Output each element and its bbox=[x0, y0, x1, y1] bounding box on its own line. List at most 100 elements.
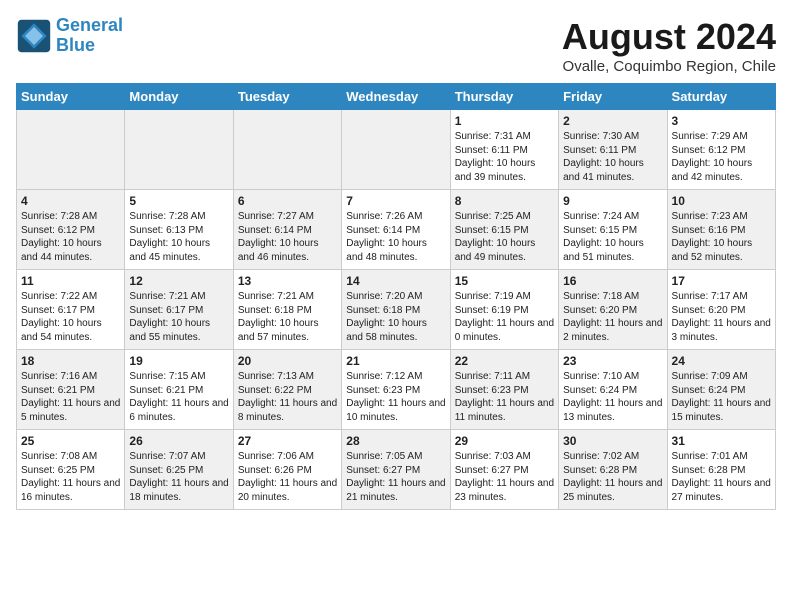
day-info: Sunrise: 7:27 AM Sunset: 6:14 PM Dayligh… bbox=[238, 210, 337, 264]
calendar-day: 19 Sunrise: 7:15 AM Sunset: 6:21 PM Dayli… bbox=[125, 350, 233, 430]
day-number: 26 bbox=[129, 434, 228, 448]
day-number: 29 bbox=[455, 434, 554, 448]
calendar-day: 23 Sunrise: 7:10 AM Sunset: 6:24 PM Dayli… bbox=[559, 350, 667, 430]
calendar-day bbox=[342, 110, 450, 190]
calendar-day bbox=[125, 110, 233, 190]
day-info: Sunrise: 7:24 AM Sunset: 6:15 PM Dayligh… bbox=[563, 210, 662, 264]
calendar-day: 26 Sunrise: 7:07 AM Sunset: 6:25 PM Dayli… bbox=[125, 430, 233, 510]
calendar-day: 9 Sunrise: 7:24 AM Sunset: 6:15 PM Daylig… bbox=[559, 190, 667, 270]
day-info: Sunrise: 7:11 AM Sunset: 6:23 PM Dayligh… bbox=[455, 370, 554, 424]
day-number: 13 bbox=[238, 274, 337, 288]
calendar-day: 24Sunrise: 7:09 AM Sunset: 6:24 PM Dayli… bbox=[667, 350, 775, 430]
calendar-day: 12 Sunrise: 7:21 AM Sunset: 6:17 PM Dayli… bbox=[125, 270, 233, 350]
day-number: 9 bbox=[563, 194, 662, 208]
calendar-week-3: 11 Sunrise: 7:22 AM Sunset: 6:17 PM Dayli… bbox=[17, 270, 776, 350]
day-info: Sunrise: 7:21 AM Sunset: 6:18 PM Dayligh… bbox=[238, 290, 337, 344]
calendar-day: 18 Sunrise: 7:16 AM Sunset: 6:21 PM Dayli… bbox=[17, 350, 125, 430]
day-number: 8 bbox=[455, 194, 554, 208]
day-info: Sunrise: 7:10 AM Sunset: 6:24 PM Dayligh… bbox=[563, 370, 662, 424]
day-info: Sunrise: 7:05 AM Sunset: 6:27 PM Dayligh… bbox=[346, 450, 445, 504]
title-block: August 2024 Ovalle, Coquimbo Region, Chi… bbox=[562, 16, 776, 75]
day-info: Sunrise: 7:29 AM Sunset: 6:12 PM Dayligh… bbox=[672, 130, 771, 184]
day-number: 18 bbox=[21, 354, 120, 368]
day-info: Sunrise: 7:17 AM Sunset: 6:20 PM Dayligh… bbox=[672, 290, 771, 344]
calendar-day: 14 Sunrise: 7:20 AM Sunset: 6:18 PM Dayli… bbox=[342, 270, 450, 350]
day-info: Sunrise: 7:21 AM Sunset: 6:17 PM Dayligh… bbox=[129, 290, 228, 344]
calendar-week-1: 1 Sunrise: 7:31 AM Sunset: 6:11 PM Daylig… bbox=[17, 110, 776, 190]
day-number: 11 bbox=[21, 274, 120, 288]
day-info: Sunrise: 7:30 AM Sunset: 6:11 PM Dayligh… bbox=[563, 130, 662, 184]
calendar-day: 6 Sunrise: 7:27 AM Sunset: 6:14 PM Daylig… bbox=[233, 190, 341, 270]
calendar-day: 28 Sunrise: 7:05 AM Sunset: 6:27 PM Dayli… bbox=[342, 430, 450, 510]
calendar-week-5: 25 Sunrise: 7:08 AM Sunset: 6:25 PM Dayli… bbox=[17, 430, 776, 510]
calendar-day: 4Sunrise: 7:28 AM Sunset: 6:12 PM Daylig… bbox=[17, 190, 125, 270]
day-number: 25 bbox=[21, 434, 120, 448]
day-info: Sunrise: 7:23 AM Sunset: 6:16 PM Dayligh… bbox=[672, 210, 771, 264]
day-number: 12 bbox=[129, 274, 228, 288]
day-number: 3 bbox=[672, 114, 771, 128]
day-info: Sunrise: 7:22 AM Sunset: 6:17 PM Dayligh… bbox=[21, 290, 120, 344]
calendar-day bbox=[17, 110, 125, 190]
day-number: 14 bbox=[346, 274, 445, 288]
weekday-header-sunday: Sunday bbox=[17, 84, 125, 110]
calendar-day: 7 Sunrise: 7:26 AM Sunset: 6:14 PM Daylig… bbox=[342, 190, 450, 270]
day-info: Sunrise: 7:12 AM Sunset: 6:23 PM Dayligh… bbox=[346, 370, 445, 424]
month-title: August 2024 bbox=[562, 16, 776, 58]
day-number: 15 bbox=[455, 274, 554, 288]
calendar-week-4: 18 Sunrise: 7:16 AM Sunset: 6:21 PM Dayli… bbox=[17, 350, 776, 430]
day-info: Sunrise: 7:26 AM Sunset: 6:14 PM Dayligh… bbox=[346, 210, 445, 264]
day-number: 1 bbox=[455, 114, 554, 128]
logo-icon bbox=[16, 18, 52, 54]
day-info: Sunrise: 7:13 AM Sunset: 6:22 PM Dayligh… bbox=[238, 370, 337, 424]
day-info: Sunrise: 7:07 AM Sunset: 6:25 PM Dayligh… bbox=[129, 450, 228, 504]
calendar-day: 17Sunrise: 7:17 AM Sunset: 6:20 PM Dayli… bbox=[667, 270, 775, 350]
day-number: 19 bbox=[129, 354, 228, 368]
day-info: Sunrise: 7:15 AM Sunset: 6:21 PM Dayligh… bbox=[129, 370, 228, 424]
day-info: Sunrise: 7:01 AM Sunset: 6:28 PM Dayligh… bbox=[672, 450, 771, 504]
calendar-day: 25 Sunrise: 7:08 AM Sunset: 6:25 PM Dayli… bbox=[17, 430, 125, 510]
day-number: 5 bbox=[129, 194, 228, 208]
calendar-day: 5 Sunrise: 7:28 AM Sunset: 6:13 PM Daylig… bbox=[125, 190, 233, 270]
calendar-day: 10Sunrise: 7:23 AM Sunset: 6:16 PM Dayli… bbox=[667, 190, 775, 270]
day-info: Sunrise: 7:18 AM Sunset: 6:20 PM Dayligh… bbox=[563, 290, 662, 344]
weekday-header-monday: Monday bbox=[125, 84, 233, 110]
weekday-header-friday: Friday bbox=[559, 84, 667, 110]
day-number: 16 bbox=[563, 274, 662, 288]
location-subtitle: Ovalle, Coquimbo Region, Chile bbox=[562, 58, 776, 75]
day-number: 30 bbox=[563, 434, 662, 448]
day-info: Sunrise: 7:08 AM Sunset: 6:25 PM Dayligh… bbox=[21, 450, 120, 504]
calendar-day: 2 Sunrise: 7:30 AM Sunset: 6:11 PM Daylig… bbox=[559, 110, 667, 190]
day-info: Sunrise: 7:03 AM Sunset: 6:27 PM Dayligh… bbox=[455, 450, 554, 504]
weekday-header-thursday: Thursday bbox=[450, 84, 558, 110]
calendar-day: 13 Sunrise: 7:21 AM Sunset: 6:18 PM Dayli… bbox=[233, 270, 341, 350]
calendar-day bbox=[233, 110, 341, 190]
logo-name: General Blue bbox=[56, 16, 123, 56]
day-number: 4 bbox=[21, 194, 120, 208]
calendar-day: 11 Sunrise: 7:22 AM Sunset: 6:17 PM Dayli… bbox=[17, 270, 125, 350]
calendar-day: 22Sunrise: 7:11 AM Sunset: 6:23 PM Dayli… bbox=[450, 350, 558, 430]
calendar-day: 21Sunrise: 7:12 AM Sunset: 6:23 PM Dayli… bbox=[342, 350, 450, 430]
day-info: Sunrise: 7:31 AM Sunset: 6:11 PM Dayligh… bbox=[455, 130, 554, 184]
day-info: Sunrise: 7:25 AM Sunset: 6:15 PM Dayligh… bbox=[455, 210, 554, 264]
weekday-header-wednesday: Wednesday bbox=[342, 84, 450, 110]
day-info: Sunrise: 7:16 AM Sunset: 6:21 PM Dayligh… bbox=[21, 370, 120, 424]
calendar-day: 29 Sunrise: 7:03 AM Sunset: 6:27 PM Dayli… bbox=[450, 430, 558, 510]
page-header: General Blue August 2024 Ovalle, Coquimb… bbox=[16, 16, 776, 75]
day-info: Sunrise: 7:20 AM Sunset: 6:18 PM Dayligh… bbox=[346, 290, 445, 344]
day-number: 28 bbox=[346, 434, 445, 448]
calendar-header-row: SundayMondayTuesdayWednesdayThursdayFrid… bbox=[17, 84, 776, 110]
day-number: 6 bbox=[238, 194, 337, 208]
day-number: 23 bbox=[563, 354, 662, 368]
calendar-day: 1 Sunrise: 7:31 AM Sunset: 6:11 PM Daylig… bbox=[450, 110, 558, 190]
day-info: Sunrise: 7:28 AM Sunset: 6:13 PM Dayligh… bbox=[129, 210, 228, 264]
calendar-week-2: 4Sunrise: 7:28 AM Sunset: 6:12 PM Daylig… bbox=[17, 190, 776, 270]
day-info: Sunrise: 7:19 AM Sunset: 6:19 PM Dayligh… bbox=[455, 290, 554, 344]
calendar-table: SundayMondayTuesdayWednesdayThursdayFrid… bbox=[16, 83, 776, 510]
day-info: Sunrise: 7:02 AM Sunset: 6:28 PM Dayligh… bbox=[563, 450, 662, 504]
calendar-day: 3 Sunrise: 7:29 AM Sunset: 6:12 PM Daylig… bbox=[667, 110, 775, 190]
calendar-day: 8 Sunrise: 7:25 AM Sunset: 6:15 PM Daylig… bbox=[450, 190, 558, 270]
calendar-day: 15 Sunrise: 7:19 AM Sunset: 6:19 PM Dayli… bbox=[450, 270, 558, 350]
day-info: Sunrise: 7:06 AM Sunset: 6:26 PM Dayligh… bbox=[238, 450, 337, 504]
day-number: 7 bbox=[346, 194, 445, 208]
day-number: 2 bbox=[563, 114, 662, 128]
